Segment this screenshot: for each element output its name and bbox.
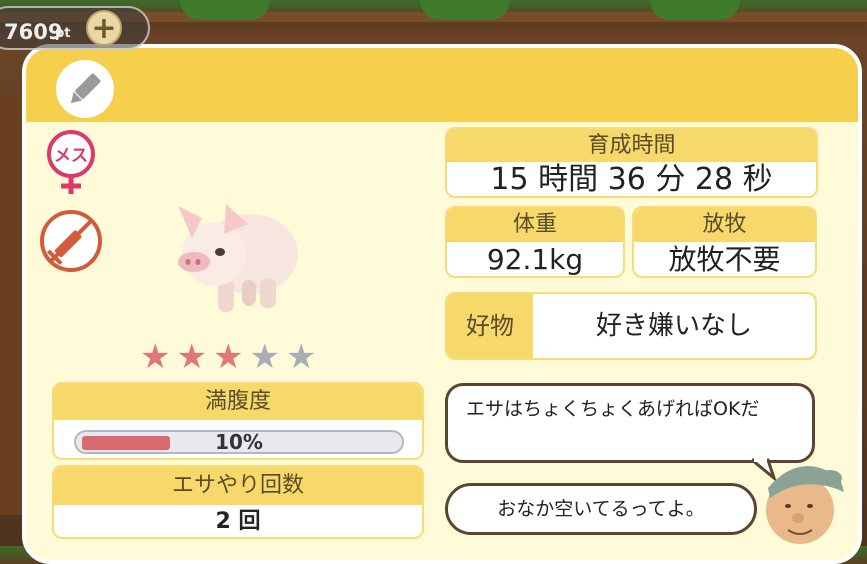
feed-count-box: エサやり回数 2 回 <box>52 465 424 539</box>
growth-time-label: 育成時間 <box>447 129 816 162</box>
gender-label: メス <box>54 146 88 166</box>
fullness-value: 10% <box>215 430 263 454</box>
points-value: 7609 <box>4 20 63 44</box>
points-display: 7609 pt + <box>0 6 150 50</box>
favorite-food-box: 好物 好き嫌いなし <box>445 292 817 360</box>
background-post <box>0 95 22 515</box>
weight-box: 体重 92.1kg <box>445 206 625 278</box>
feed-count-label: エサやり回数 <box>54 467 422 505</box>
fullness-bar: 10% <box>74 430 404 454</box>
add-points-button[interactable]: + <box>86 10 122 46</box>
farmer-avatar <box>760 448 852 550</box>
status-message: おなか空いてるってよ。 <box>497 498 705 520</box>
growth-time-box: 育成時間 15 時間 36 分 28 秒 <box>445 127 818 198</box>
favorite-food-value: 好き嫌いなし <box>595 311 752 341</box>
syringe-icon <box>38 208 104 278</box>
star-rating: ★ ★ ★ ★ ★ <box>140 340 316 374</box>
star-icon: ★ <box>140 337 171 377</box>
star-icon: ★ <box>285 337 317 377</box>
panel-header <box>26 48 858 122</box>
fullness-label: 満腹度 <box>54 384 422 420</box>
points-unit: pt <box>55 26 71 41</box>
background-bush <box>650 0 740 20</box>
grazing-value: 放牧不要 <box>668 243 781 276</box>
star-icon: ★ <box>212 337 244 377</box>
status-speech-bubble: おなか空いてるってよ。 <box>445 483 757 535</box>
weight-value: 92.1kg <box>486 243 584 276</box>
star-icon: ★ <box>176 337 207 377</box>
favorite-food-label: 好物 <box>447 294 533 358</box>
grazing-box: 放牧 放牧不要 <box>632 206 817 278</box>
edit-button[interactable] <box>56 60 114 118</box>
background-bush <box>180 0 270 20</box>
weight-label: 体重 <box>447 208 623 242</box>
growth-time-value: 15 時間 36 分 28 秒 <box>490 162 773 197</box>
pencil-icon <box>70 73 101 104</box>
female-gender-icon: メス <box>42 130 102 202</box>
star-icon: ★ <box>249 337 280 377</box>
pig-image <box>168 196 308 340</box>
grazing-label: 放牧 <box>634 208 815 242</box>
fullness-box: 満腹度 10% <box>52 382 424 460</box>
background-bush <box>420 0 510 20</box>
feed-count-value: 2 回 <box>215 509 261 534</box>
tip-message: エサはちょくちょくあげればOKだ <box>466 398 760 420</box>
